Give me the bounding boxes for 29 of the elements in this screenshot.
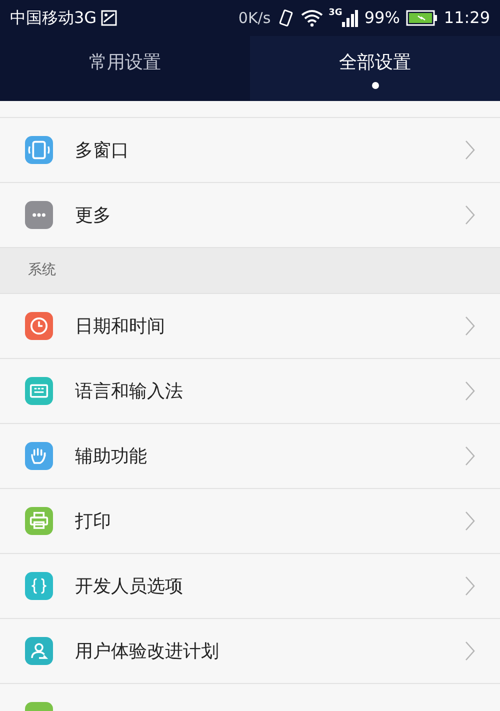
network-speed: 0K/s (238, 8, 271, 29)
battery-icon (406, 10, 438, 26)
row-label: 日期和时间 (75, 314, 166, 338)
row-label: 用户体验改进计划 (75, 640, 220, 664)
chevron-icon (465, 205, 475, 225)
image-icon (100, 10, 117, 26)
wifi-icon (300, 9, 323, 27)
row-label: 语言和输入法 (75, 380, 184, 404)
row-label: 多窗口 (75, 138, 130, 162)
section-header: 系统 (28, 261, 56, 280)
row-label: 更多 (75, 204, 112, 228)
signal-icon (342, 9, 358, 27)
row-label: 打印 (75, 510, 112, 534)
battery-percent: 99% (364, 7, 400, 29)
chevron-icon (465, 446, 475, 466)
chevron-icon (465, 511, 475, 531)
chevron-icon (465, 316, 475, 336)
clock: 11:29 (444, 7, 490, 29)
selected-indicator (372, 82, 378, 88)
chevron-icon (465, 140, 475, 160)
network-type: 3G (328, 9, 342, 18)
chevron-icon (465, 641, 475, 661)
carrier-name: 中国移动3G (10, 7, 97, 29)
chevron-icon (465, 381, 475, 401)
row-label: 辅助功能 (75, 444, 148, 468)
settings-tab[interactable]: 全部设置 (250, 36, 500, 101)
vibrate-icon (276, 8, 295, 28)
row-label: 开发人员选项 (75, 574, 184, 598)
chevron-icon (465, 576, 475, 596)
